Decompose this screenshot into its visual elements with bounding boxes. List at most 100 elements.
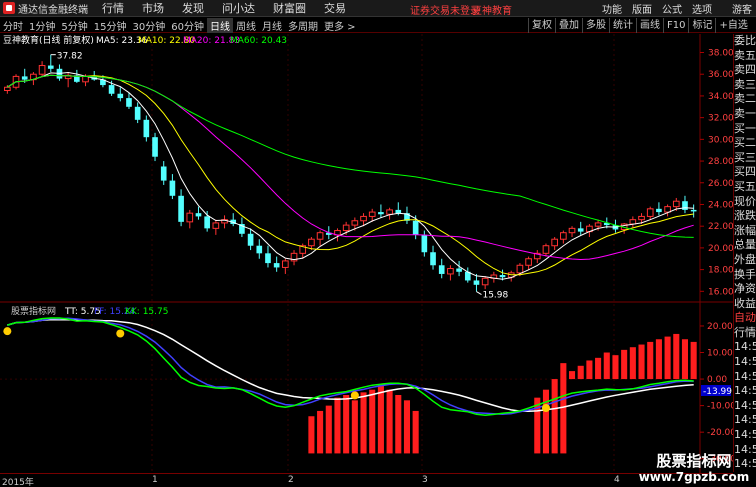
quote-panel-label[interactable]: 14:5 — [734, 370, 756, 385]
signal-dot — [116, 329, 125, 338]
date-label-2: 2 — [288, 475, 294, 485]
candle-body — [273, 263, 280, 268]
candle-body — [577, 228, 584, 232]
quote-panel-label[interactable]: 委比 — [734, 34, 756, 49]
tool-biaoji[interactable]: 标记 — [688, 18, 715, 33]
indicator-bar — [568, 371, 576, 380]
menu-item-gongneng[interactable]: 功能 — [602, 1, 622, 16]
candle-body — [265, 253, 271, 264]
quote-panel-label[interactable]: 买二 — [734, 136, 756, 151]
tool-diejia[interactable]: 叠加 — [555, 18, 582, 33]
tool-tongji[interactable]: 统计 — [609, 18, 636, 33]
period-fenshi[interactable]: 分时 — [0, 18, 26, 33]
moving-average-lines — [7, 71, 694, 280]
tool-duogu[interactable]: 多股 — [582, 18, 609, 33]
menu-item-hangqing[interactable]: 行情 — [102, 0, 124, 16]
chart-tools: 复权 叠加 多股 统计 画线 F10 标记 +自选 — [528, 18, 751, 33]
menu-item-gongshi[interactable]: 公式 — [662, 1, 682, 16]
quote-panel-label[interactable]: 14:5 — [734, 428, 756, 443]
tool-huaxian[interactable]: 画线 — [636, 18, 663, 33]
quote-panel-label[interactable]: 14:5 — [734, 413, 756, 428]
candle-body — [117, 93, 124, 99]
candle-body — [204, 216, 210, 229]
title-bar: 通达信金融终端 行情 市场 发现 问小达 财富圈 交易 证券交易未登录 豆神教育… — [0, 0, 756, 17]
candle-body — [134, 106, 141, 120]
period-5min[interactable]: 5分钟 — [58, 18, 90, 33]
indicator-bar — [638, 344, 645, 380]
tool-f10[interactable]: F10 — [663, 18, 688, 33]
menu-item-faxian[interactable]: 发现 — [182, 0, 204, 16]
quote-panel-label[interactable]: 净资 — [734, 282, 756, 297]
candle-body — [108, 85, 115, 94]
menu-item-banmian[interactable]: 版面 — [632, 1, 652, 16]
quote-panel-label[interactable]: 买一 — [734, 122, 756, 137]
price-tick-label: 38.00 — [708, 49, 733, 59]
indicator-bar — [317, 410, 324, 454]
menu-item-shichang[interactable]: 市场 — [142, 0, 164, 16]
candle-body — [525, 258, 532, 266]
candle-body — [247, 233, 254, 246]
indicator-bar — [621, 349, 628, 380]
tool-add-watchlist[interactable]: +自选 — [715, 18, 750, 33]
candle-body — [38, 65, 46, 75]
period-60min[interactable]: 60分钟 — [168, 18, 207, 33]
quote-panel-label[interactable]: 行情 — [734, 326, 756, 341]
quote-panel-label[interactable]: 卖三 — [734, 78, 756, 93]
candle-body — [169, 180, 176, 196]
quote-panel-label[interactable]: 14:5 — [734, 355, 756, 370]
watermark: 股票指标网 www.7gpzb.com — [632, 452, 756, 487]
quote-panel-label[interactable]: 买四 — [734, 165, 756, 180]
indicator-bar — [647, 341, 654, 380]
quote-panel-label[interactable]: 14:5 — [734, 340, 756, 355]
quote-panel-label[interactable]: 卖四 — [734, 63, 756, 78]
quote-panel-label[interactable]: 卖五 — [734, 49, 756, 64]
candle-body — [664, 206, 671, 213]
period-15min[interactable]: 15分钟 — [91, 18, 130, 33]
period-30min[interactable]: 30分钟 — [129, 18, 168, 33]
quote-panel-label[interactable]: 自动 — [734, 311, 756, 326]
watermark-title: 股票指标网 — [656, 452, 732, 470]
indicator-bar — [551, 379, 558, 454]
candle-body — [430, 252, 436, 266]
ma5-line — [7, 71, 694, 280]
indicator-bar — [308, 416, 315, 454]
kline-chart[interactable]: 38.00 36.00 34.00 32.00 30.00 28.00 26.00 24.00… — [0, 34, 733, 473]
quote-panel-label[interactable]: 涨幅 — [734, 224, 756, 239]
candle-body — [682, 201, 688, 210]
guest-user[interactable]: 游客 — [732, 1, 752, 16]
period-weekly[interactable]: 周线 — [233, 18, 259, 33]
quote-panel-label[interactable]: 总量 — [734, 238, 756, 253]
quote-panel-label[interactable]: 收益 — [734, 297, 756, 312]
quote-panel-label[interactable]: 14:5 — [734, 399, 756, 414]
tool-fuquan[interactable]: 复权 — [528, 18, 555, 33]
candle-body — [360, 215, 367, 222]
candle-body — [638, 215, 645, 221]
quote-panel-label[interactable]: 买三 — [734, 151, 756, 166]
quote-panel-label[interactable]: 换手 — [734, 268, 756, 283]
candle-body — [551, 238, 558, 247]
period-multi[interactable]: 多周期 — [285, 18, 321, 33]
signal-dot — [3, 327, 12, 336]
period-daily[interactable]: 日线 — [206, 17, 233, 33]
quote-panel-label[interactable]: 现价 — [734, 195, 756, 210]
quote-panel-label[interactable]: 14:5 — [734, 384, 756, 399]
period-1min[interactable]: 1分钟 — [26, 18, 58, 33]
current-indicator-value: -13.99 — [703, 387, 732, 397]
quote-panel-label[interactable]: 涨跌 — [734, 209, 756, 224]
period-more[interactable]: 更多 > — [321, 18, 359, 33]
period-monthly[interactable]: 月线 — [259, 18, 285, 33]
date-label-3: 3 — [422, 475, 428, 485]
quote-panel-label[interactable]: 卖二 — [734, 92, 756, 107]
menu-item-wenxiaoda[interactable]: 问小达 — [222, 0, 255, 16]
menu-item-xuanxiang[interactable]: 选项 — [692, 1, 712, 16]
menu-item-caifuquan[interactable]: 财富圈 — [273, 0, 306, 16]
quote-panel-label[interactable]: 外盘 — [734, 253, 756, 268]
quote-panel-label[interactable]: 买五 — [734, 180, 756, 195]
candle-body — [395, 209, 402, 214]
quote-panel-label[interactable]: 卖一 — [734, 107, 756, 122]
date-label-4: 4 — [614, 475, 620, 485]
login-status[interactable]: 证券交易未登录 — [410, 2, 480, 17]
candle-body — [421, 234, 428, 253]
menu-item-jiaoyi[interactable]: 交易 — [324, 0, 346, 16]
candle-body — [308, 238, 315, 247]
